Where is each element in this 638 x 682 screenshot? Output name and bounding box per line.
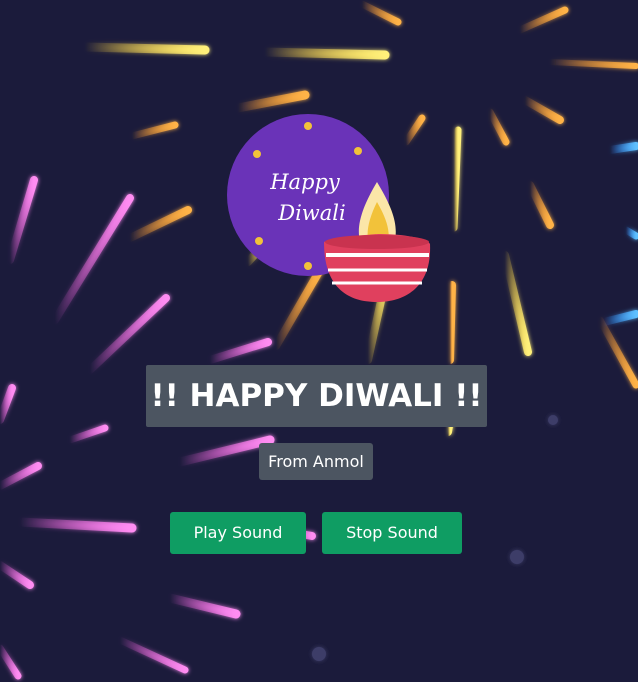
fireworks-page: Happy Diwali !! HAPPY DIWALI !! From Anm… xyxy=(0,0,638,682)
happy-diwali-logo: Happy Diwali xyxy=(227,114,431,302)
greeting-title: !! HAPPY DIWALI !! xyxy=(146,365,487,427)
fireworks-background xyxy=(0,0,638,680)
logo-line1: Happy xyxy=(269,170,341,194)
logo-line2: Diwali xyxy=(277,201,345,225)
sender-label: From Anmol xyxy=(259,443,373,480)
play-sound-button[interactable]: Play Sound xyxy=(170,512,306,554)
stop-sound-button[interactable]: Stop Sound xyxy=(322,512,462,554)
